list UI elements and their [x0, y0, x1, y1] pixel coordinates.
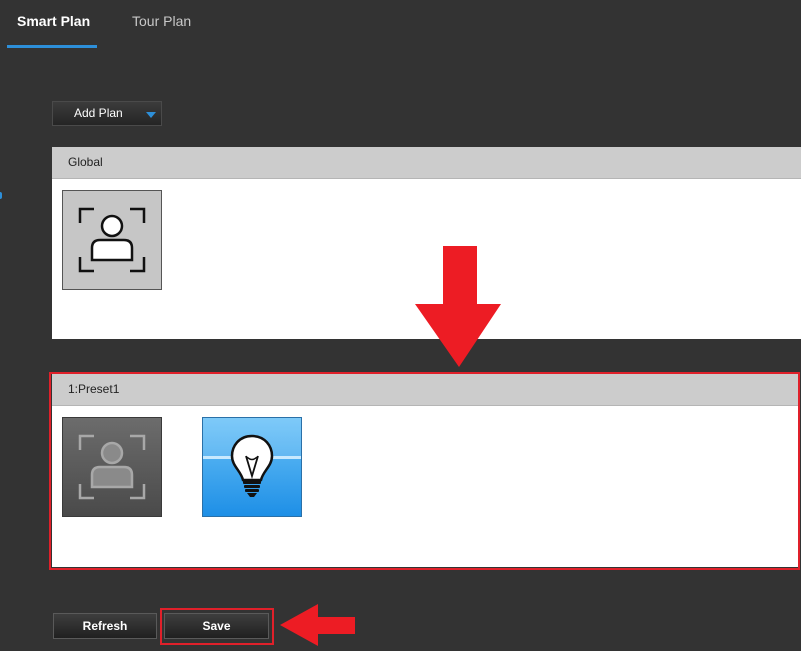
add-plan-dropdown[interactable]: Add Plan — [52, 101, 162, 126]
refresh-button[interactable]: Refresh — [53, 613, 157, 639]
tab-bar: Smart Plan Tour Plan — [0, 0, 801, 50]
preset-plan-panel: 1:Preset1 — [52, 374, 798, 567]
face-detection-icon — [78, 434, 146, 500]
tab-tour-plan[interactable]: Tour Plan — [132, 13, 191, 29]
tab-smart-plan[interactable]: Smart Plan — [17, 13, 90, 29]
lightbulb-icon — [203, 418, 301, 497]
scroll-indicator — [0, 192, 2, 199]
arrow-down-icon — [415, 246, 501, 367]
preset-face-detection-tile[interactable] — [62, 417, 162, 517]
active-tab-indicator — [7, 45, 97, 48]
arrow-left-icon — [280, 604, 355, 646]
add-plan-label: Add Plan — [74, 106, 123, 120]
preset-lightbulb-tile[interactable] — [202, 417, 302, 517]
save-button[interactable]: Save — [164, 613, 269, 639]
chevron-down-icon — [146, 112, 156, 118]
global-face-detection-tile[interactable] — [62, 190, 162, 290]
global-panel-title: Global — [52, 147, 801, 179]
face-detection-icon — [78, 207, 146, 273]
preset-panel-title: 1:Preset1 — [52, 374, 798, 406]
